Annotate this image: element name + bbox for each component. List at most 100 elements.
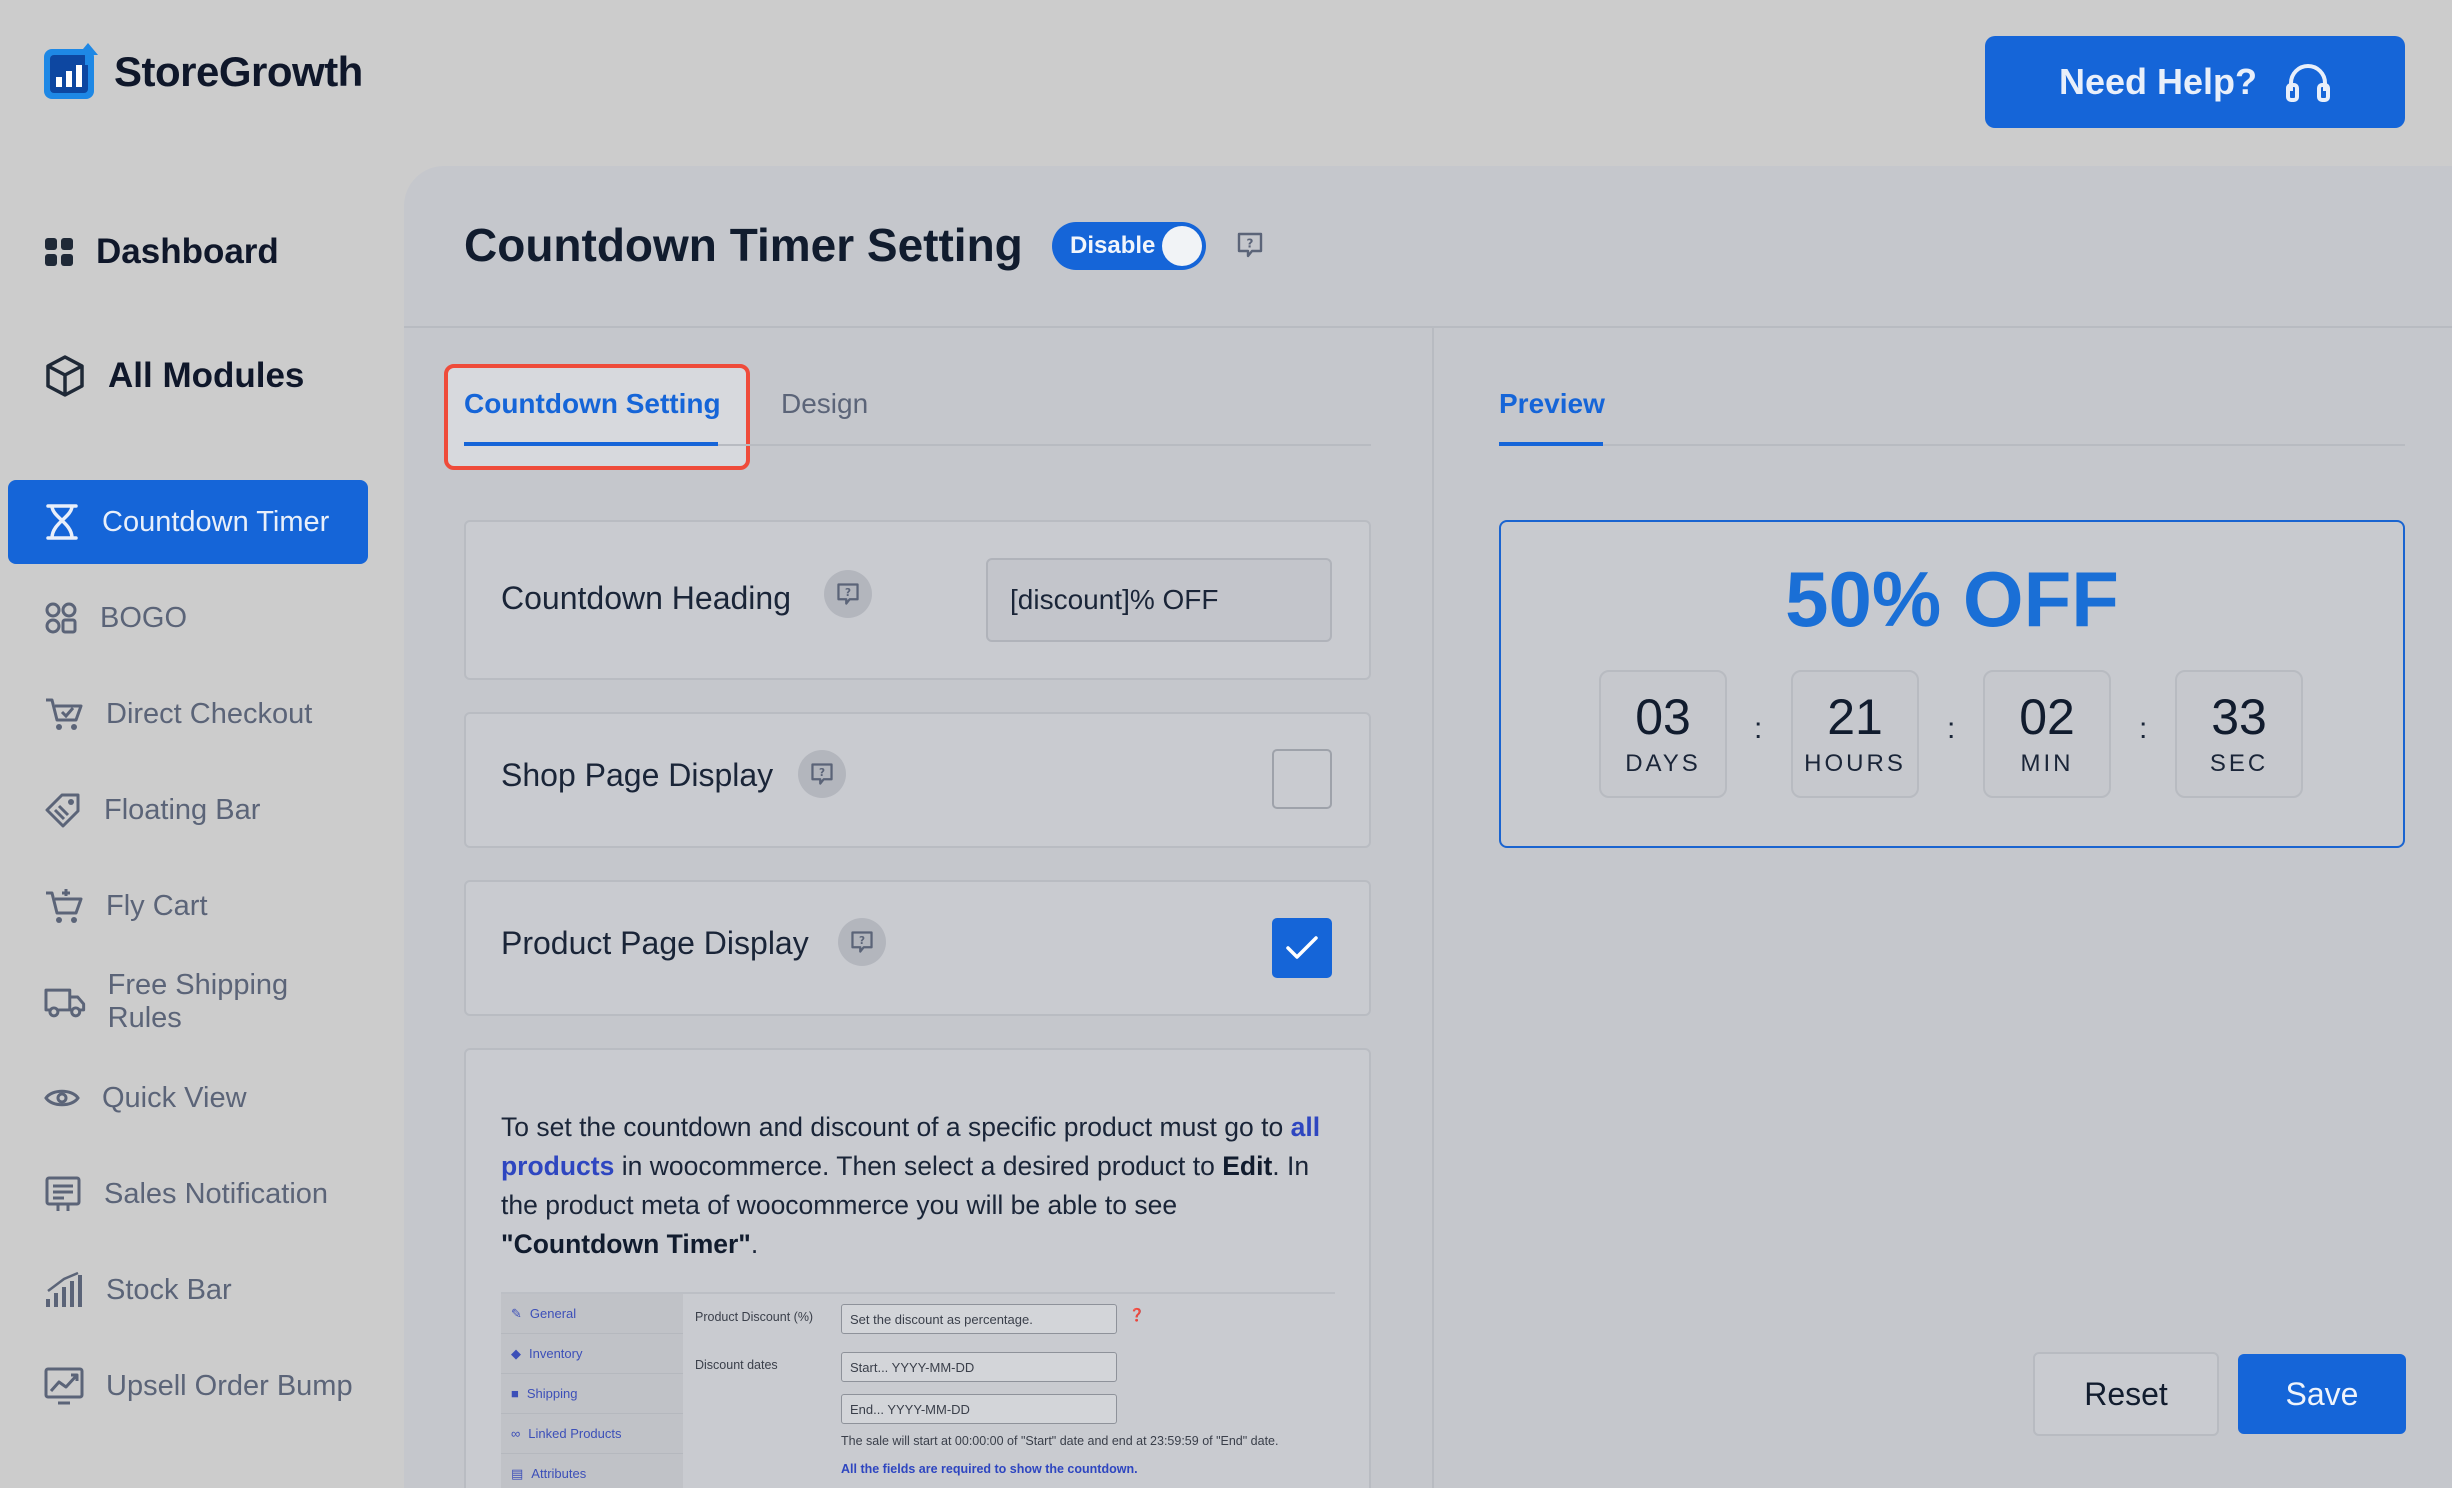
countdown-heading-help-icon[interactable]: ? bbox=[824, 570, 872, 618]
shop-page-display-label: Shop Page Display bbox=[501, 757, 774, 793]
wrench-icon: ✎ bbox=[511, 1305, 522, 1321]
sidebar-item-free-shipping-rules[interactable]: Free Shipping Rules bbox=[8, 960, 368, 1044]
sidebar-item-label: Upsell Order Bump bbox=[106, 1369, 353, 1402]
timer-minutes: 02 MIN bbox=[1983, 670, 2111, 798]
shop-page-display-checkbox[interactable] bbox=[1272, 749, 1332, 809]
product-page-display-help-icon[interactable]: ? bbox=[838, 918, 886, 966]
sidebar-item-countdown-timer[interactable]: Countdown Timer bbox=[8, 480, 368, 564]
thumbnail-menu-label: Linked Products bbox=[528, 1426, 622, 1441]
thumbnail-dates-label: Discount dates bbox=[695, 1358, 778, 1372]
tab-design[interactable]: Design bbox=[781, 388, 868, 420]
thumbnail-menu-item: ∞ Linked Products bbox=[501, 1414, 683, 1454]
countdown-heading-input[interactable]: [discount]% OFF bbox=[986, 558, 1332, 642]
cart-icon bbox=[46, 698, 83, 730]
tab-countdown-setting[interactable]: Countdown Setting bbox=[464, 388, 721, 420]
thumbnail-menu-item: ▤ Attributes bbox=[501, 1454, 683, 1488]
thumbnail-menu-label: Attributes bbox=[531, 1466, 587, 1481]
notification-icon bbox=[45, 1176, 81, 1211]
headphones-icon bbox=[2286, 64, 2331, 102]
storegrowth-logo-icon bbox=[44, 43, 98, 99]
sidebar-item-bogo[interactable]: BOGO bbox=[8, 576, 368, 660]
instructions-text: To set the countdown and discount of a s… bbox=[501, 1108, 1341, 1264]
svg-text:?: ? bbox=[845, 587, 851, 599]
sidebar-item-direct-checkout[interactable]: Direct Checkout bbox=[8, 672, 368, 756]
timer-unit-label: HOURS bbox=[1804, 750, 1906, 777]
active-tab-indicator bbox=[464, 442, 718, 446]
sidebar-item-sales-notification[interactable]: Sales Notification bbox=[8, 1152, 368, 1236]
page-title: Countdown Timer Setting bbox=[464, 219, 1023, 271]
sidebar-item-label: Sales Notification bbox=[104, 1177, 329, 1210]
timer-unit-label: MIN bbox=[2020, 750, 2074, 777]
timer-value: 03 bbox=[1635, 689, 1691, 745]
sidebar-item-all-modules[interactable]: All Modules bbox=[44, 354, 304, 398]
link-icon: ∞ bbox=[511, 1426, 521, 1441]
product-meta-screenshot: ✎ General ◆ Inventory ■ Shipping ∞ Linked Pr… bbox=[501, 1292, 1335, 1488]
attributes-icon: ▤ bbox=[511, 1465, 524, 1481]
sidebar-item-stock-bar[interactable]: Stock Bar bbox=[8, 1248, 368, 1332]
instructions-part: To set the countdown and discount of a s… bbox=[501, 1112, 1291, 1142]
timer-separator: : bbox=[2139, 712, 2148, 745]
inventory-icon: ◆ bbox=[511, 1345, 521, 1361]
product-page-display-label: Product Page Display bbox=[501, 925, 809, 961]
countdown-heading-label: Countdown Heading bbox=[501, 580, 791, 616]
edit-emphasis: Edit bbox=[1222, 1151, 1273, 1181]
tag-icon bbox=[45, 793, 80, 828]
help-tooltip-icon[interactable]: ? bbox=[1235, 230, 1265, 260]
module-enable-toggle[interactable]: Disable bbox=[1052, 222, 1206, 270]
column-divider bbox=[1432, 328, 1434, 1488]
reset-button[interactable]: Reset bbox=[2033, 1352, 2219, 1436]
sidebar-item-label: Dashboard bbox=[96, 232, 279, 271]
preview-tabs-divider bbox=[1499, 444, 2405, 446]
trend-chart-icon bbox=[44, 1367, 84, 1405]
tab-preview[interactable]: Preview bbox=[1499, 388, 1605, 420]
product-page-display-checkbox[interactable] bbox=[1272, 918, 1332, 978]
timer-hours: 21 HOURS bbox=[1791, 670, 1919, 798]
thumbnail-note: The sale will start at 00:00:00 of "Star… bbox=[841, 1434, 1279, 1448]
header-divider bbox=[404, 326, 2452, 328]
sidebar-item-upsell-order-bump[interactable]: Upsell Order Bump bbox=[8, 1344, 368, 1428]
thumbnail-discount-input: Set the discount as percentage. bbox=[841, 1304, 1117, 1334]
sidebar-item-label: Floating Bar bbox=[104, 793, 261, 826]
help-tooltip-icon: ? bbox=[851, 931, 873, 953]
thumbnail-start-input: Start... YYYY-MM-DD bbox=[841, 1352, 1117, 1382]
need-help-label: Need Help? bbox=[2058, 61, 2258, 102]
toggle-knob bbox=[1162, 226, 1202, 266]
thumbnail-menu-label: Inventory bbox=[529, 1346, 583, 1361]
dashboard-icon bbox=[45, 238, 73, 266]
save-button[interactable]: Save bbox=[2238, 1354, 2406, 1434]
timer-value: 21 bbox=[1827, 689, 1883, 745]
shop-page-display-help-icon[interactable]: ? bbox=[798, 750, 846, 798]
thumbnail-menu-item: ■ Shipping bbox=[501, 1374, 683, 1414]
thumbnail-help-icon: ❓ bbox=[1129, 1308, 1145, 1322]
brand-logo[interactable]: StoreGrowth bbox=[42, 40, 363, 104]
sidebar-item-label: All Modules bbox=[108, 356, 305, 395]
hourglass-icon bbox=[46, 504, 78, 540]
sidebar-item-quick-view[interactable]: Quick View bbox=[8, 1056, 368, 1140]
sidebar-item-label: Quick View bbox=[102, 1081, 247, 1114]
toggle-label: Disable bbox=[1070, 232, 1156, 259]
timer-separator: : bbox=[1947, 712, 1956, 745]
timer-days: 03 DAYS bbox=[1599, 670, 1727, 798]
timer-separator: : bbox=[1754, 712, 1763, 745]
sidebar-item-label: BOGO bbox=[100, 601, 188, 634]
thumbnail-menu-label: Shipping bbox=[526, 1386, 578, 1401]
sidebar-item-label: Stock Bar bbox=[106, 1273, 232, 1306]
sidebar-item-floating-bar[interactable]: Floating Bar bbox=[8, 768, 368, 852]
sidebar-item-fly-cart[interactable]: Fly Cart bbox=[8, 864, 368, 948]
thumbnail-end-input: End... YYYY-MM-DD bbox=[841, 1394, 1117, 1424]
svg-text:?: ? bbox=[819, 767, 825, 779]
countdown-timer-emphasis: "Countdown Timer" bbox=[501, 1229, 751, 1259]
thumbnail-menu-item: ✎ General bbox=[501, 1294, 683, 1334]
bogo-icon bbox=[45, 602, 77, 634]
sidebar-item-label: Free Shipping Rules bbox=[107, 969, 289, 1034]
cube-icon bbox=[46, 355, 84, 397]
svg-text:?: ? bbox=[1247, 237, 1254, 251]
thumbnail-discount-label: Product Discount (%) bbox=[695, 1310, 814, 1324]
thumbnail-menu-item: ◆ Inventory bbox=[501, 1334, 683, 1374]
timer-unit-label: SEC bbox=[2209, 750, 2269, 777]
sidebar-item-dashboard[interactable]: Dashboard bbox=[44, 232, 279, 272]
timer-value: 02 bbox=[2019, 689, 2075, 745]
brand-name: StoreGrowth bbox=[114, 48, 363, 95]
thumbnail-menu: ✎ General ◆ Inventory ■ Shipping ∞ Linked Pr… bbox=[501, 1294, 683, 1488]
need-help-button[interactable]: Need Help? bbox=[1985, 36, 2405, 128]
